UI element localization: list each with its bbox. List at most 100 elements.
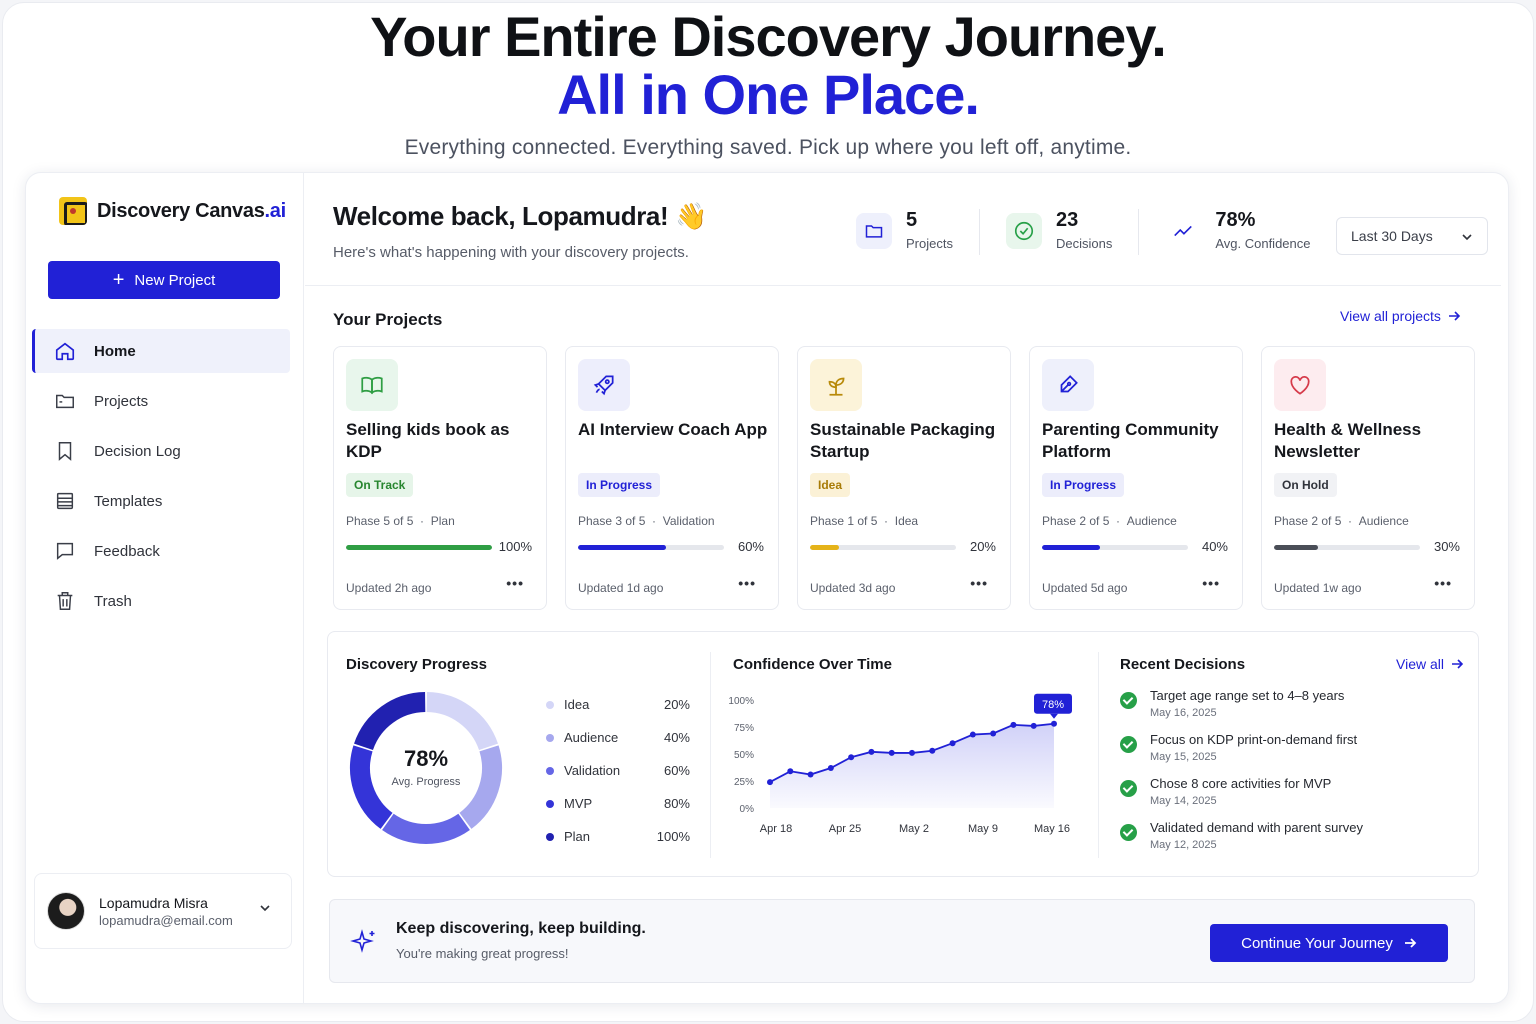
continue-journey-button[interactable]: Continue Your Journey: [1210, 924, 1448, 962]
user-name: Lopamudra Misra: [99, 894, 208, 911]
area-fill: [770, 723, 1054, 808]
donut-slice: [382, 813, 470, 844]
logo[interactable]: Discovery Canvas.ai: [59, 197, 286, 225]
check-circle-icon: [1120, 780, 1137, 797]
stat-label: Avg. Confidence: [1215, 236, 1311, 251]
decision-list: Target age range set to 4–8 years May 16,…: [1120, 688, 1460, 864]
recent-decisions-title: Recent Decisions: [1120, 656, 1246, 673]
more-options-icon[interactable]: •••: [738, 575, 756, 591]
sidebar-item-templates[interactable]: Templates: [32, 479, 290, 523]
data-point: [1010, 721, 1017, 728]
legend-item: Validation 60%: [546, 754, 690, 787]
date-range-select[interactable]: Last 30 Days: [1336, 217, 1488, 255]
progress-bar: [810, 545, 956, 550]
project-phase: Phase 2 of 5 · Audience: [1274, 514, 1409, 528]
sidebar-item-label: Home: [94, 342, 136, 360]
avatar: [47, 892, 85, 930]
x-tick-label: May 2: [899, 823, 929, 835]
value-tag: 78%: [1034, 693, 1072, 719]
sidebar-nav: Home Projects Decision Log Templates Fee…: [32, 329, 290, 629]
decision-item[interactable]: Chose 8 core activities for MVP May 14, 2…: [1120, 776, 1460, 820]
more-options-icon[interactable]: •••: [1434, 575, 1452, 591]
data-point: [848, 754, 855, 761]
project-card[interactable]: Sustainable Packaging Startup Idea Phase…: [797, 346, 1011, 610]
project-card[interactable]: Health & Wellness Newsletter On Hold Pha…: [1261, 346, 1475, 610]
stat-value: 5: [906, 209, 918, 231]
sprout-icon: [810, 359, 862, 411]
progress-percent: 30%: [1433, 539, 1460, 554]
cta-banner: Keep discovering, keep building. You're …: [329, 899, 1475, 983]
project-title: Sustainable Packaging Startup: [810, 420, 996, 461]
x-tick-label: May 9: [968, 823, 998, 835]
project-phase: Phase 1 of 5 · Idea: [810, 514, 919, 528]
heart-icon: [1274, 359, 1326, 411]
sidebar-item-label: Trash: [94, 592, 132, 610]
view-all-projects-link[interactable]: View all projects: [1340, 308, 1461, 324]
data-point: [827, 765, 834, 772]
data-point: [888, 749, 895, 756]
sidebar-item-label: Templates: [94, 492, 163, 510]
discovery-progress-title: Discovery Progress: [346, 656, 487, 673]
more-options-icon[interactable]: •••: [506, 575, 524, 591]
sidebar-item-feedback[interactable]: Feedback: [32, 529, 290, 573]
divider: [1098, 652, 1099, 858]
sidebar-item-decision-log[interactable]: Decision Log: [32, 429, 290, 473]
data-point: [787, 768, 794, 775]
y-tick-label: 25%: [734, 777, 754, 788]
legend-item: Plan 100%: [546, 820, 690, 853]
sidebar: Discovery Canvas.ai + New Project Home P…: [26, 173, 304, 1003]
templates-icon: [56, 492, 74, 510]
more-options-icon[interactable]: •••: [1202, 575, 1220, 591]
sidebar-item-home[interactable]: Home: [32, 329, 290, 373]
data-point: [1051, 720, 1057, 727]
project-card[interactable]: AI Interview Coach App In Progress Phase…: [565, 346, 779, 610]
legend-dot: [546, 700, 554, 709]
cta-subtitle: You're making great progress!: [396, 946, 569, 961]
rocket-icon: [578, 359, 630, 411]
decision-item[interactable]: Validated demand with parent survey May 1…: [1120, 820, 1460, 864]
new-project-button[interactable]: + New Project: [48, 261, 280, 299]
sidebar-item-label: Decision Log: [94, 442, 181, 460]
chat-icon: [56, 542, 74, 560]
status-badge: In Progress: [1042, 473, 1125, 497]
sidebar-item-label: Feedback: [94, 542, 160, 560]
brand-name: Discovery Canvas.ai: [97, 199, 286, 222]
project-card[interactable]: Parenting Community Platform In Progress…: [1029, 346, 1243, 610]
progress-percent: 40%: [1201, 539, 1228, 554]
data-point: [949, 740, 956, 747]
welcome-subtitle: Here's what's happening with your discov…: [333, 244, 689, 261]
updated-time: Updated 1d ago: [578, 581, 664, 595]
project-cards: Selling kids book as KDP On Track Phase …: [333, 346, 1475, 610]
donut-slice: [354, 692, 426, 751]
progress-bar: [1042, 545, 1188, 550]
sidebar-item-projects[interactable]: Projects: [32, 379, 290, 423]
donut-value: 78%: [403, 746, 449, 771]
app-window: Discovery Canvas.ai + New Project Home P…: [25, 172, 1509, 1004]
divider: [710, 652, 711, 858]
x-tick-label: Apr 25: [829, 823, 861, 835]
legend-item: Idea 20%: [546, 688, 690, 721]
project-card[interactable]: Selling kids book as KDP On Track Phase …: [333, 346, 547, 610]
y-tick-label: 75%: [734, 723, 754, 734]
sidebar-item-trash[interactable]: Trash: [32, 579, 290, 623]
view-all-decisions-link[interactable]: View all: [1396, 656, 1464, 672]
insights-panel: Discovery Progress 78% Avg. Progress Ide…: [327, 631, 1479, 877]
decision-item[interactable]: Target age range set to 4–8 years May 16,…: [1120, 688, 1460, 732]
progress-bar: [578, 545, 724, 550]
chevron-down-icon: [260, 905, 270, 912]
check-circle-icon: [1120, 692, 1137, 709]
section-title: Your Projects: [333, 310, 443, 329]
updated-time: Updated 5d ago: [1042, 581, 1128, 595]
stat-value: 78%: [1215, 209, 1256, 231]
confidence-chart: 0% 25% 50% 75% 100% Apr 18 Apr 25 May 2 May 9 May…: [728, 693, 1072, 835]
trash-icon: [57, 592, 73, 610]
user-menu[interactable]: Lopamudra Misra lopamudra@email.com: [34, 873, 292, 949]
stat-decisions: 23 Decisions: [980, 209, 1140, 255]
x-tick-label: Apr 18: [760, 823, 792, 835]
more-options-icon[interactable]: •••: [970, 575, 988, 591]
status-badge: On Track: [346, 473, 414, 497]
arrow-right-icon: [1448, 311, 1461, 321]
donut-slice: [426, 692, 498, 751]
decision-item[interactable]: Focus on KDP print-on-demand first May 15…: [1120, 732, 1460, 776]
hero-subtitle: Everything connected. Everything saved. …: [404, 136, 1132, 159]
